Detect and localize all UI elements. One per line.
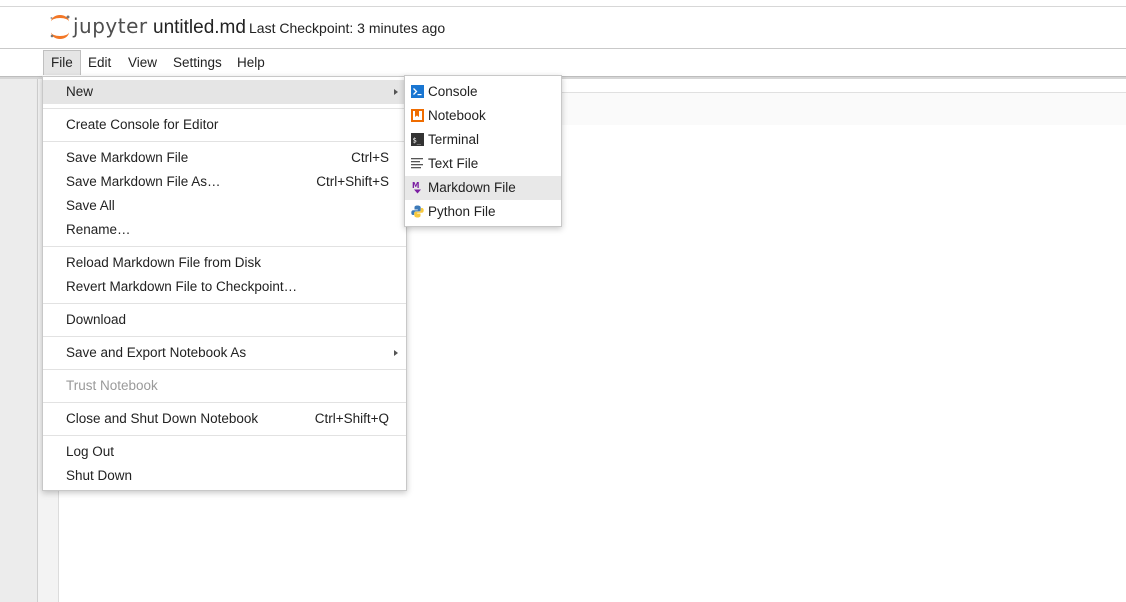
file-menu-dropdown: New Create Console for Editor Save Markd… <box>42 76 407 491</box>
menu-item-label: Reload Markdown File from Disk <box>66 255 262 270</box>
menu-item-save[interactable]: Save Markdown File Ctrl+S <box>43 146 406 170</box>
menu-item-label: Save Markdown File As… <box>66 174 221 189</box>
menu-item-label: Log Out <box>66 444 115 459</box>
console-icon <box>411 85 424 98</box>
menu-item-rename[interactable]: Rename… <box>43 218 406 242</box>
new-submenu: Console Notebook $_ Terminal Text File M… <box>404 75 562 227</box>
submenu-item-label: Console <box>428 84 478 99</box>
menu-file[interactable]: File <box>43 50 81 75</box>
menu-item-shortcut: Ctrl+Shift+S <box>316 174 389 189</box>
menu-item-revert[interactable]: Revert Markdown File to Checkpoint… <box>43 275 406 299</box>
menu-help[interactable]: Help <box>230 50 272 75</box>
checkpoint-status: Last Checkpoint: 3 minutes ago <box>249 20 446 36</box>
menu-bar: File Edit View Settings Help <box>0 49 1126 77</box>
menu-item-label: Shut Down <box>66 468 133 483</box>
menu-item-shut-down[interactable]: Shut Down <box>43 464 406 488</box>
jupyter-logo-icon[interactable] <box>48 14 72 40</box>
menu-separator <box>43 336 406 337</box>
menu-edit[interactable]: Edit <box>81 50 118 75</box>
submenu-item-label: Markdown File <box>428 180 516 195</box>
submenu-item-console[interactable]: Console <box>405 80 561 104</box>
submenu-item-label: Terminal <box>428 132 480 147</box>
menu-item-save-as[interactable]: Save Markdown File As… Ctrl+Shift+S <box>43 170 406 194</box>
notebook-icon <box>411 109 424 122</box>
menu-item-download[interactable]: Download <box>43 308 406 332</box>
menu-item-shortcut: Ctrl+Shift+Q <box>314 411 389 426</box>
menu-item-save-all[interactable]: Save All <box>43 194 406 218</box>
menu-item-label: Rename… <box>66 222 131 237</box>
terminal-icon: $_ <box>411 133 424 146</box>
submenu-item-markdown-file[interactable]: M Markdown File <box>405 176 561 200</box>
submenu-item-label: Text File <box>428 156 479 171</box>
menu-item-label: Download <box>66 312 127 327</box>
menu-item-new[interactable]: New <box>43 80 406 104</box>
svg-text:$_: $_ <box>413 137 422 145</box>
menu-item-label: Revert Markdown File to Checkpoint… <box>66 279 298 294</box>
submenu-item-python-file[interactable]: Python File <box>405 200 561 224</box>
document-title[interactable]: untitled.md <box>153 17 246 39</box>
menu-item-label: Close and Shut Down Notebook <box>66 411 259 426</box>
menu-item-reload[interactable]: Reload Markdown File from Disk <box>43 251 406 275</box>
jupyter-logo-text: jupyter <box>73 14 148 38</box>
menu-item-label: Save and Export Notebook As <box>66 345 247 360</box>
markdown-icon: M <box>412 181 421 194</box>
submenu-arrow-icon <box>394 350 398 356</box>
menu-separator <box>43 303 406 304</box>
submenu-item-label: Notebook <box>428 108 486 123</box>
menu-separator <box>43 402 406 403</box>
menu-item-label: Save All <box>66 198 115 213</box>
menu-settings[interactable]: Settings <box>166 50 229 75</box>
python-icon <box>411 205 424 218</box>
menu-separator <box>43 141 406 142</box>
menu-item-shortcut: Ctrl+S <box>351 150 389 165</box>
menu-item-label: Create Console for Editor <box>66 117 219 132</box>
menu-item-label: New <box>66 84 94 99</box>
menu-item-close-shutdown[interactable]: Close and Shut Down Notebook Ctrl+Shift+… <box>43 407 406 431</box>
submenu-item-notebook[interactable]: Notebook <box>405 104 561 128</box>
menu-item-trust-notebook: Trust Notebook <box>43 374 406 398</box>
menu-item-log-out[interactable]: Log Out <box>43 440 406 464</box>
menu-item-save-export[interactable]: Save and Export Notebook As <box>43 341 406 365</box>
menu-separator <box>43 369 406 370</box>
menu-item-label: Save Markdown File <box>66 150 189 165</box>
menu-separator <box>43 435 406 436</box>
submenu-arrow-icon <box>394 89 398 95</box>
submenu-item-terminal[interactable]: $_ Terminal <box>405 128 561 152</box>
menu-view[interactable]: View <box>121 50 164 75</box>
menu-separator <box>43 108 406 109</box>
text-file-icon <box>411 158 423 169</box>
menu-separator <box>43 246 406 247</box>
svg-text:M: M <box>412 181 419 190</box>
submenu-item-label: Python File <box>428 204 496 219</box>
submenu-item-text-file[interactable]: Text File <box>405 152 561 176</box>
header-bar: jupyter untitled.md Last Checkpoint: 3 m… <box>0 7 1126 48</box>
left-sidebar <box>0 79 38 602</box>
menu-item-create-console[interactable]: Create Console for Editor <box>43 113 406 137</box>
menu-item-label: Trust Notebook <box>66 378 158 393</box>
